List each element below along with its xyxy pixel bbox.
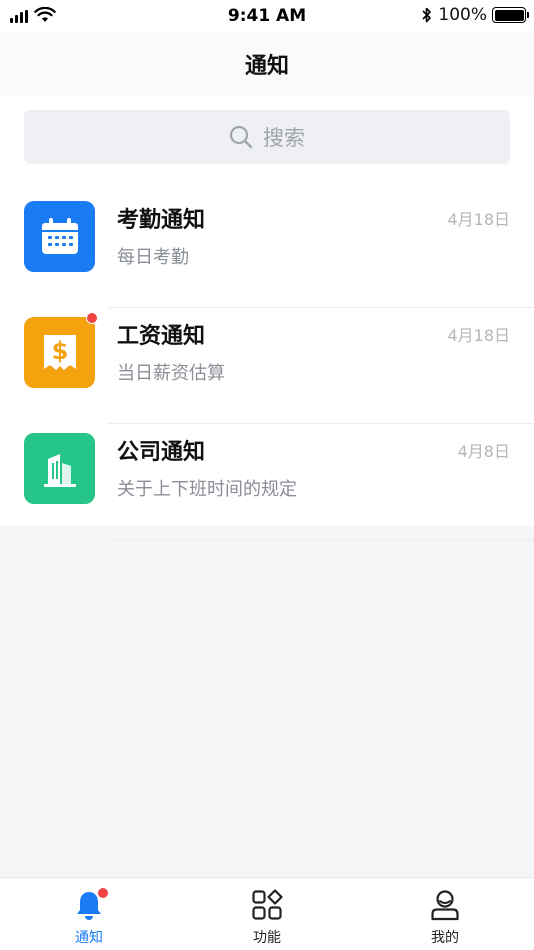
message-attendance[interactable]: 考勤通知 每日考勤 4月18日: [0, 192, 534, 308]
status-right: 100%: [421, 5, 529, 25]
grid-icon: [250, 888, 284, 922]
nav-bar: 通知: [0, 32, 534, 96]
divider: [108, 539, 534, 540]
tab-label: 功能: [253, 930, 281, 946]
battery-percentage: 100%: [438, 5, 487, 25]
notification-badge: [97, 887, 109, 899]
tab-profile[interactable]: 我的: [356, 878, 534, 950]
svg-text:$: $: [51, 337, 68, 365]
search-placeholder: 搜索: [263, 126, 305, 150]
salary-receipt-icon: $: [24, 312, 98, 388]
battery-icon: [492, 7, 529, 23]
message-title: 工资通知: [117, 324, 206, 349]
search-icon: [229, 125, 253, 149]
tab-label: 我的: [431, 930, 459, 946]
building-icon: [24, 433, 95, 504]
tab-label: 通知: [75, 930, 103, 946]
bell-icon: [72, 887, 109, 922]
message-date: 4月8日: [457, 442, 510, 461]
message-salary[interactable]: $ 工资通知 当日薪资估算 4月18日: [0, 308, 534, 424]
message-date: 4月18日: [447, 326, 510, 345]
message-subtitle: 当日薪资估算: [117, 363, 225, 384]
status-bar: 9:41 AM 100%: [0, 0, 534, 32]
message-title: 考勤通知: [117, 208, 206, 233]
tab-bar: 通知 功能 我的: [0, 877, 534, 950]
profile-icon: [428, 888, 462, 922]
message-subtitle: 关于上下班时间的规定: [117, 479, 297, 500]
notification-list: 搜索 考勤通知 每日考勤 4月18日 $ 工资通知 当日薪资估算 4月18日 公…: [0, 96, 534, 540]
page-title: 通知: [244, 54, 289, 79]
message-title: 公司通知: [117, 440, 206, 465]
message-company[interactable]: 公司通知 关于上下班时间的规定 4月8日: [0, 424, 534, 540]
calendar-icon: [24, 201, 95, 272]
message-subtitle: 每日考勤: [117, 247, 189, 268]
search-input[interactable]: 搜索: [24, 110, 510, 164]
message-date: 4月18日: [447, 210, 510, 229]
bluetooth-icon: [422, 7, 432, 23]
tab-notifications[interactable]: 通知: [0, 878, 178, 950]
unread-badge: [86, 312, 98, 324]
tab-features[interactable]: 功能: [178, 878, 356, 950]
